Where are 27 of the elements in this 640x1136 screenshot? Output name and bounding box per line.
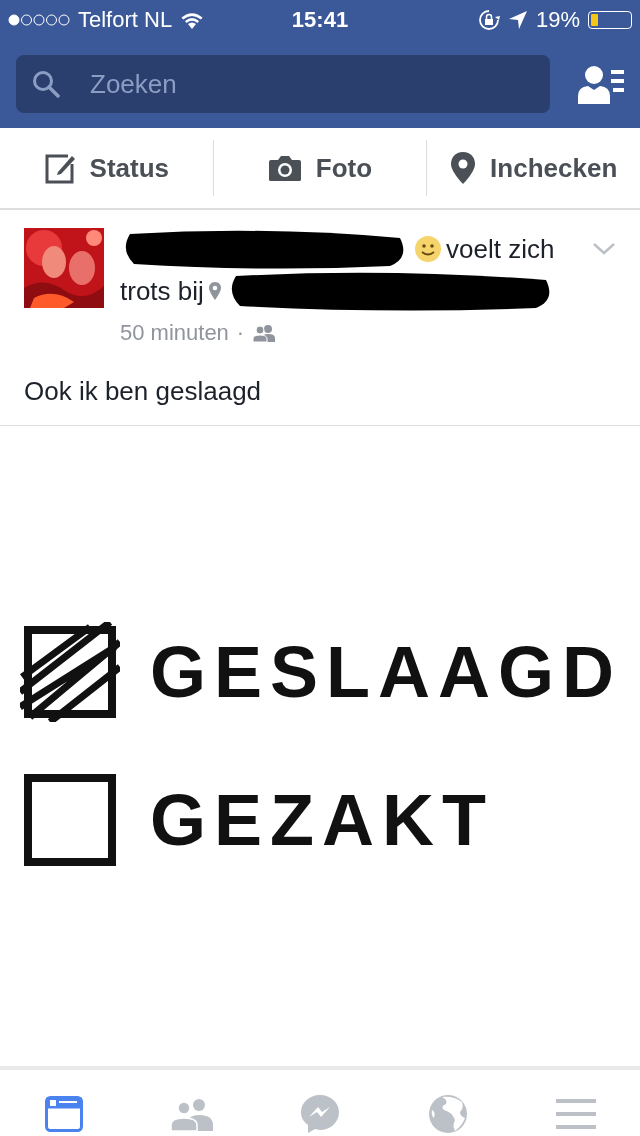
chevron-down-icon[interactable]	[592, 242, 616, 256]
friend-requests-icon[interactable]	[578, 64, 624, 104]
location-arrow-icon	[507, 10, 528, 30]
news-feed-icon	[45, 1096, 83, 1132]
checklist-label: GESLAAGD	[150, 631, 623, 713]
smiley-icon	[414, 235, 442, 263]
location-pin-icon	[450, 151, 477, 185]
carrier-name: Telfort NL	[78, 7, 173, 33]
signal-icon	[8, 14, 70, 26]
rotation-lock-icon	[477, 9, 500, 31]
friends-icon	[170, 1097, 214, 1131]
checklist-label: GEZAKT	[150, 779, 494, 861]
separator-dot: ·	[236, 319, 245, 347]
wifi-icon	[180, 11, 205, 29]
location-pin-icon	[207, 281, 222, 301]
menu-icon	[556, 1097, 596, 1131]
edit-icon	[43, 152, 76, 184]
post-text: Ook ik ben geslaagd	[24, 376, 263, 407]
post-time: 50 minuten	[120, 319, 229, 347]
friends-icon	[252, 324, 277, 342]
clock: 15:41	[291, 7, 349, 33]
camera-icon	[267, 154, 302, 182]
battery-percentage: 19%	[535, 7, 580, 33]
feeling-text: trots bij	[120, 275, 204, 308]
battery-icon	[588, 11, 632, 29]
feeling-text: voelt zich	[446, 233, 555, 266]
search-field[interactable]: Zoeken	[16, 55, 550, 113]
